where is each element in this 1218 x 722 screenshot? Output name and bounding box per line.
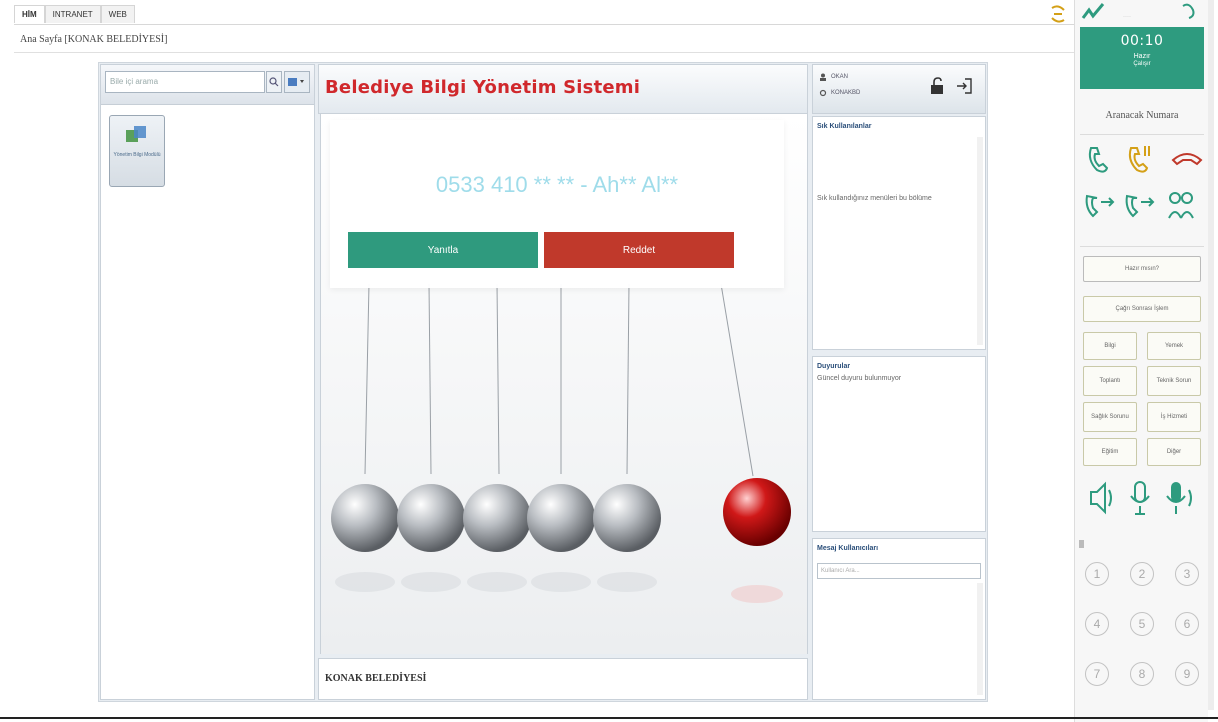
answer-button[interactable]: Yanıtla [348, 232, 538, 268]
page-scrollbar[interactable] [1208, 0, 1214, 710]
center-header: Belediye Bilgi Yönetim Sistemi [318, 64, 808, 114]
user-name-row: OKAN [819, 73, 848, 81]
search-icon [269, 77, 279, 87]
module-tile[interactable]: Yönetim Bilgi Modülü [109, 115, 165, 187]
transfer-controls-row [1085, 192, 1194, 219]
unlock-icon[interactable] [929, 77, 945, 95]
breadcrumb-divider [14, 52, 1076, 53]
frequent-empty-text: Sık kullandığınız menüleri bu bölüme [817, 195, 932, 202]
code-button-egitim[interactable]: Eğitim [1083, 438, 1137, 466]
filter-dropdown-button[interactable] [284, 71, 310, 93]
code-button-saglik[interactable]: Sağlık Sorunu [1083, 402, 1137, 432]
code-button-yemek[interactable]: Yemek [1147, 332, 1201, 360]
frequent-scrollbar[interactable] [977, 137, 983, 345]
keypad-key-5[interactable]: 5 [1130, 612, 1154, 636]
tab-divider [14, 24, 1076, 25]
app-title: Belediye Bilgi Yönetim Sistemi [325, 77, 641, 98]
menu-search-input[interactable]: Bile içi arama [105, 71, 265, 93]
refresh-icon[interactable] [1046, 2, 1070, 26]
call-status-box: 00:10 Hazır Çalışır [1080, 27, 1204, 89]
phone-divider [1080, 134, 1204, 135]
phone-divider-2 [1080, 246, 1204, 247]
search-button[interactable] [266, 71, 282, 93]
user-name: OKAN [831, 74, 849, 80]
organization-name: KONAK BELEDİYESİ [325, 673, 427, 684]
messages-scrollbar[interactable] [977, 583, 983, 695]
ready-button[interactable]: Hazır mısın? [1083, 256, 1201, 282]
breadcrumb: Ana Sayfa [KONAK BELEDİYESİ] [20, 34, 168, 45]
keypad-scroll-thumb[interactable] [1079, 540, 1084, 548]
keypad-key-7[interactable]: 7 [1085, 662, 1109, 686]
bottom-border [0, 717, 1218, 719]
user-unit-row: KONAKBD [819, 89, 860, 97]
code-button-teknik[interactable]: Teknik Sorun [1147, 366, 1201, 396]
announcements-title: Duyurular [817, 363, 851, 370]
tab-web[interactable]: WEB [100, 5, 135, 23]
module-label: Yönetim Bilgi Modülü [113, 152, 161, 158]
app-root: HİM INTRANET WEB Ana Sayfa [KONAK BELEDİ… [0, 0, 1218, 722]
filter-icon [288, 78, 304, 86]
call-timer: 00:10 [1120, 33, 1164, 49]
phone-status-icons: ···· [1081, 3, 1195, 20]
keypad-key-3[interactable]: 3 [1175, 562, 1199, 586]
code-button-toplanti[interactable]: Toplantı [1083, 366, 1137, 396]
logout-icon[interactable] [955, 77, 973, 95]
keypad-key-8[interactable]: 8 [1130, 662, 1154, 686]
frequent-panel: Sık Kullanılanlar Sık kullandığınız menü… [812, 116, 986, 350]
keypad-key-6[interactable]: 6 [1175, 612, 1199, 636]
keypad-key-1[interactable]: 1 [1085, 562, 1109, 586]
frequent-title: Sık Kullanılanlar [817, 123, 872, 130]
agent-status: Hazır [1133, 53, 1151, 60]
left-panel-header: Bile içi arama [101, 65, 314, 105]
user-search-input[interactable]: Kullanıcı Ara... [817, 563, 981, 579]
user-unit: KONAKBD [831, 90, 861, 96]
code-button-diger[interactable]: Diğer [1147, 438, 1201, 466]
softphone-panel: ···· 00:10 Hazır Çalışır Aranacak Numara [1074, 0, 1208, 722]
code-button-bilgi[interactable]: Bilgi [1083, 332, 1137, 360]
after-call-button[interactable]: Çağrı Sonrası İşlem [1083, 296, 1201, 322]
dial-number-label: Aranacak Numara [1105, 110, 1179, 121]
announcements-panel: Duyurular Güncel duyuru bulunmuyor [812, 356, 986, 532]
incoming-call-dialog: 0533 410 ** ** - Ah** Al** Yanıtla Redde… [330, 120, 784, 288]
agent-substatus: Çalışır [1133, 61, 1151, 67]
caller-info: 0533 410 ** ** - Ah** Al** [435, 172, 679, 197]
left-panel: Bile içi arama Yönetim Bilgi Modülü [100, 64, 315, 700]
keypad-key-4[interactable]: 4 [1085, 612, 1109, 636]
svg-text:····: ···· [1123, 14, 1131, 20]
keypad-key-2[interactable]: 2 [1130, 562, 1154, 586]
messages-panel: Mesaj Kullanıcıları Kullanıcı Ara... [812, 538, 986, 700]
settings-icon[interactable] [819, 89, 827, 97]
announcements-text: Güncel duyuru bulunmuyor [817, 375, 902, 382]
tab-intranet[interactable]: INTRANET [44, 5, 101, 23]
tab-him[interactable]: HİM [14, 5, 45, 23]
center-footer: KONAK BELEDİYESİ [318, 658, 808, 700]
module-icon [126, 126, 146, 142]
code-button-is-hizmeti[interactable]: İş Hizmeti [1147, 402, 1201, 432]
messages-title: Mesaj Kullanıcıları [817, 545, 879, 552]
top-tab-bar: HİM INTRANET WEB [14, 3, 135, 25]
keypad-key-9[interactable]: 9 [1175, 662, 1199, 686]
call-controls-row [1088, 146, 1203, 173]
reject-button[interactable]: Reddet [544, 232, 734, 268]
user-icon [820, 73, 826, 81]
audio-controls-row [1090, 481, 1192, 515]
user-info-bar: OKAN KONAKBD [812, 64, 986, 114]
